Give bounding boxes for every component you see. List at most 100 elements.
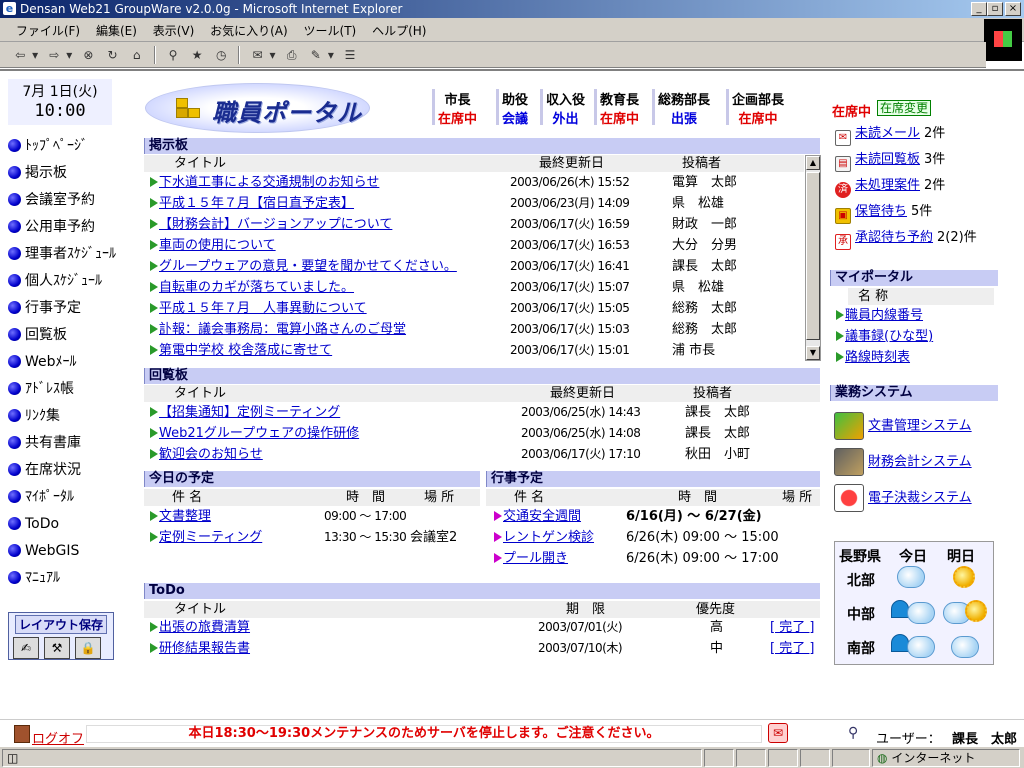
circular-title[interactable]: Web21グループウェアの操作研修 — [150, 423, 359, 444]
bulletin-title[interactable]: 平成１５年７月【宿日直予定表】 — [150, 193, 354, 214]
todo-title[interactable]: 出張の旅費清算 — [150, 617, 250, 638]
myportal-link[interactable]: 職員内線番号 — [845, 308, 923, 323]
notice-link[interactable]: 承認待ち予約 — [855, 230, 933, 245]
edit-icon[interactable]: ✎ — [307, 46, 325, 64]
maximize-button[interactable]: ▫ — [987, 2, 1003, 16]
bulletin-title[interactable]: 車両の使用について — [150, 235, 276, 256]
nav-item-2[interactable]: 会議室予約 — [8, 189, 95, 211]
nav-item-10[interactable]: ﾘﾝｸ集 — [8, 405, 60, 427]
events-name-link[interactable]: プール開き — [503, 551, 568, 566]
document-system-icon[interactable] — [834, 412, 864, 440]
nav-item-13[interactable]: ﾏｲﾎﾟｰﾀﾙ — [8, 486, 74, 508]
system-link[interactable]: 文書管理システム — [868, 419, 972, 434]
circular-title-link[interactable]: 歓迎会のお知らせ — [159, 447, 263, 462]
bulletin-title[interactable]: 平成１５年７月 人事異動について — [150, 298, 367, 319]
complete-button[interactable]: [ 完了 ] — [770, 617, 814, 638]
lock-icon[interactable]: 🔒 — [75, 637, 101, 659]
print-icon[interactable]: ⎙ — [283, 46, 301, 64]
myportal-link[interactable]: 議事録(ひな型) — [845, 329, 933, 344]
menu-help[interactable]: ヘルプ(H) — [366, 18, 432, 39]
tools-icon[interactable]: ⚒ — [44, 637, 70, 659]
nav-item-16[interactable]: ﾏﾆｭｱﾙ — [8, 567, 60, 589]
back-dropdown-icon[interactable]: ▾ — [31, 46, 39, 64]
status-change-button[interactable]: 在席変更 — [877, 100, 932, 116]
myportal-item-name[interactable]: 職員内線番号 — [836, 305, 923, 326]
events-name[interactable]: レントゲン検診 — [494, 527, 594, 548]
bulletin-title[interactable]: グループウェアの意見・要望を聞かせてください。 — [150, 256, 457, 277]
nav-item-8[interactable]: Webﾒｰﾙ — [8, 351, 77, 373]
nav-item-3[interactable]: 公用車予約 — [8, 216, 95, 238]
search-icon[interactable]: ⚲ — [164, 46, 182, 64]
mail-dropdown-icon[interactable]: ▾ — [269, 46, 277, 64]
today-name-link[interactable]: 文書整理 — [159, 509, 211, 524]
todo-title[interactable]: 研修結果報告書 — [150, 638, 250, 659]
notice-link[interactable]: 保管待ち — [855, 204, 907, 219]
nav-item-14[interactable]: ToDo — [8, 513, 59, 535]
bulletin-title-link[interactable]: 車両の使用について — [159, 238, 276, 253]
scroll-thumb[interactable] — [806, 172, 820, 340]
bulletin-title-link[interactable]: 自転車のカギが落ちていました。 — [159, 280, 354, 295]
system-link[interactable]: 電子決裁システム — [868, 491, 972, 506]
nav-item-11[interactable]: 共有書庫 — [8, 432, 81, 454]
nav-item-12[interactable]: 在席状況 — [8, 459, 81, 481]
menu-edit[interactable]: 編集(E) — [90, 18, 143, 39]
home-icon[interactable]: ⌂ — [128, 46, 146, 64]
nav-item-7[interactable]: 回覧板 — [8, 324, 67, 346]
nav-item-0[interactable]: ﾄｯﾌﾟﾍﾟｰｼﾞ — [8, 135, 88, 157]
bulletin-title[interactable]: 【財務会計】バージョンアップについて — [150, 214, 392, 235]
bulletin-title[interactable]: 下水道工事による交通規制のお知らせ — [150, 172, 379, 193]
back-icon[interactable]: ⇦ — [11, 46, 29, 64]
bulletin-title[interactable]: 訃報：議会事務局：電算小路さんのご母堂 — [150, 319, 406, 340]
events-name[interactable]: 交通安全週間 — [494, 506, 581, 527]
todo-title-link[interactable]: 研修結果報告書 — [159, 641, 250, 656]
favorites-icon[interactable]: ★ — [188, 46, 206, 64]
myportal-link[interactable]: 路線時刻表 — [845, 350, 910, 365]
minimize-button[interactable]: _ — [971, 2, 987, 16]
myportal-item-name[interactable]: 議事録(ひな型) — [836, 326, 933, 347]
notice-icon[interactable]: ✉ — [768, 723, 788, 743]
nav-item-1[interactable]: 掲示板 — [8, 162, 67, 184]
discuss-icon[interactable]: ☰ — [341, 46, 359, 64]
menu-tools[interactable]: ツール(T) — [298, 18, 363, 39]
close-button[interactable]: × — [1005, 2, 1021, 16]
layout-edit-icon[interactable]: ✍ — [13, 637, 39, 659]
today-name-link[interactable]: 定例ミーティング — [159, 530, 262, 545]
notice-link[interactable]: 未読メール — [855, 126, 920, 141]
forward-icon[interactable]: ⇨ — [45, 46, 63, 64]
layout-save-label[interactable]: レイアウト保存 — [15, 615, 107, 634]
logoff-link[interactable]: ログオフ — [32, 728, 84, 746]
circular-title-link[interactable]: 【招集通知】定例ミーティング — [159, 405, 340, 420]
history-icon[interactable]: ◷ — [212, 46, 230, 64]
bulletin-title-link[interactable]: グループウェアの意見・要望を聞かせてください。 — [159, 259, 457, 274]
refresh-icon[interactable]: ↻ — [104, 46, 122, 64]
approval-system-icon[interactable] — [834, 484, 864, 512]
bulletin-title-link[interactable]: 平成１５年７月 人事異動について — [159, 301, 367, 316]
events-name[interactable]: プール開き — [494, 548, 568, 569]
today-name[interactable]: 文書整理 — [150, 506, 211, 527]
today-name[interactable]: 定例ミーティング — [150, 527, 262, 548]
nav-item-4[interactable]: 理事者ｽｹｼﾞｭｰﾙ — [8, 243, 116, 265]
bulletin-title[interactable]: 第電中学校 校舎落成に寄せて — [150, 340, 332, 361]
bulletin-title[interactable]: 自転車のカギが落ちていました。 — [150, 277, 354, 298]
nav-item-5[interactable]: 個人ｽｹｼﾞｭｰﾙ — [8, 270, 102, 292]
notice-link[interactable]: 未読回覧板 — [855, 152, 920, 167]
notice-link[interactable]: 未処理案件 — [855, 178, 920, 193]
forward-dropdown-icon[interactable]: ▾ — [65, 46, 73, 64]
bulletin-title-link[interactable]: 第電中学校 校舎落成に寄せて — [159, 343, 332, 358]
complete-button[interactable]: [ 完了 ] — [770, 638, 814, 659]
bulletin-scrollbar[interactable]: ▲ ▼ — [805, 155, 821, 361]
bulletin-title-link[interactable]: 訃報：議会事務局：電算小路さんのご母堂 — [159, 322, 406, 337]
events-name-link[interactable]: レントゲン検診 — [503, 530, 594, 545]
edit-dropdown-icon[interactable]: ▾ — [327, 46, 335, 64]
myportal-item-name[interactable]: 路線時刻表 — [836, 347, 910, 368]
scroll-down-button[interactable]: ▼ — [806, 346, 820, 360]
circular-title[interactable]: 歓迎会のお知らせ — [150, 444, 263, 465]
stop-icon[interactable]: ⊗ — [79, 46, 97, 64]
bulletin-title-link[interactable]: 【財務会計】バージョンアップについて — [159, 217, 392, 232]
circular-title-link[interactable]: Web21グループウェアの操作研修 — [159, 426, 359, 441]
finance-system-icon[interactable] — [834, 448, 864, 476]
menu-file[interactable]: ファイル(F) — [10, 18, 86, 39]
nav-item-6[interactable]: 行事予定 — [8, 297, 81, 319]
nav-item-15[interactable]: WebGIS — [8, 540, 79, 562]
menu-favorites[interactable]: お気に入り(A) — [204, 18, 294, 39]
